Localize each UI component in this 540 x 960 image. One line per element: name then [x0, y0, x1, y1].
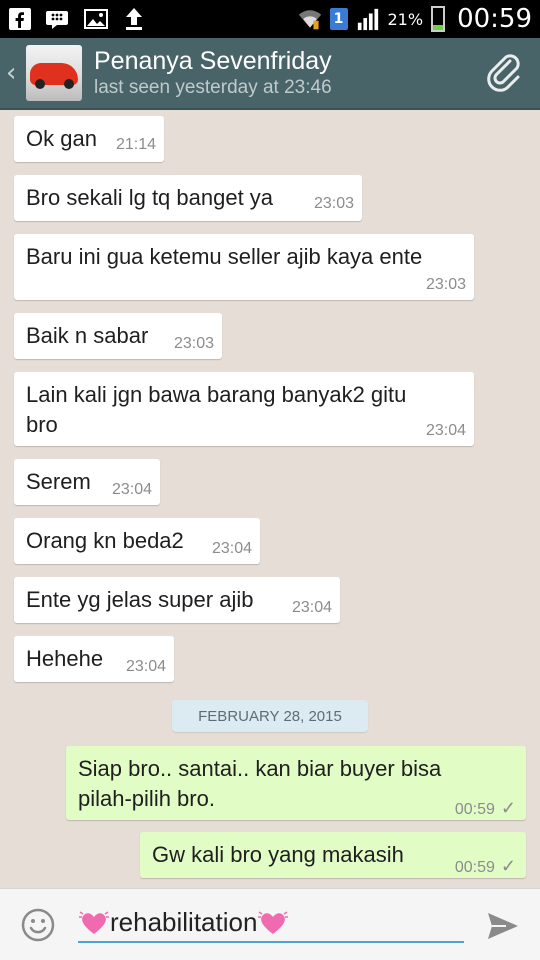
message-text: Lain kali jgn bawa barang banyak2 gitu b…	[26, 382, 407, 437]
composer-bar: rehabilitation	[0, 888, 540, 960]
notification-badge: 1	[329, 8, 348, 30]
message-input[interactable]: rehabilitation	[78, 903, 464, 943]
message-time: 23:04	[425, 422, 466, 439]
upload-icon	[122, 7, 146, 31]
pink-heart-emoji	[78, 908, 110, 936]
message-bubble[interactable]: Baik n sabar 23:03	[14, 313, 222, 359]
battery-percent: 21%	[387, 9, 424, 29]
message-bubble[interactable]: Hehehe 23:04	[14, 636, 174, 682]
message-time: 23:03	[173, 335, 214, 352]
send-icon[interactable]	[486, 909, 520, 943]
message-bubble[interactable]: Baru ini gua ketemu seller ajib kaya ent…	[14, 234, 474, 300]
contact-info[interactable]: Penanya Sevenfriday last seen yesterday …	[94, 46, 332, 100]
notification-icons	[8, 7, 146, 31]
wifi-icon	[298, 7, 322, 31]
clock: 00:59	[457, 4, 532, 34]
message-bubble[interactable]: Bro sekali lg tq banget ya 23:03	[14, 175, 362, 221]
facebook-icon	[8, 7, 32, 31]
message-bubble[interactable]: Lain kali jgn bawa barang banyak2 gitu b…	[14, 372, 474, 446]
message-text: Gw kali bro yang makasih	[152, 842, 404, 867]
message-bubble[interactable]: Ok gan 21:14	[14, 116, 164, 162]
message-bubble-outgoing[interactable]: Siap bro.. santai.. kan biar buyer bisa …	[66, 746, 526, 820]
message-bubble[interactable]: Ente yg jelas super ajib 23:04	[14, 577, 340, 623]
smiley-icon[interactable]	[20, 907, 56, 943]
sent-check-icon: ✓	[500, 856, 516, 876]
message-time: 21:14	[115, 136, 156, 153]
message-time: 00:59	[454, 859, 495, 876]
battery-icon	[431, 6, 446, 32]
pink-heart-emoji	[257, 908, 289, 936]
message-text: Serem	[26, 469, 91, 494]
message-bubble[interactable]: Serem 23:04	[14, 459, 160, 505]
last-seen-status: last seen yesterday at 23:46	[94, 77, 332, 98]
message-time: 23:04	[111, 481, 152, 498]
message-text: Bro sekali lg tq banget ya	[26, 185, 274, 210]
status-bar: 1 21% 00:59	[0, 0, 540, 38]
message-time: 23:03	[425, 276, 466, 293]
message-text: Ente yg jelas super ajib	[26, 587, 254, 612]
message-text: Baru ini gua ketemu seller ajib kaya ent…	[26, 244, 423, 269]
message-input-text: rehabilitation	[110, 906, 258, 937]
message-bubble[interactable]: Orang kn beda2 23:04	[14, 518, 260, 564]
contact-name: Penanya Sevenfriday	[94, 47, 332, 75]
signal-icon	[356, 7, 380, 31]
blackberry-messenger-icon	[46, 7, 70, 31]
message-text: Orang kn beda2	[26, 528, 184, 553]
message-time: 23:04	[291, 599, 332, 616]
message-time: 23:04	[211, 540, 252, 557]
paperclip-icon[interactable]	[482, 51, 526, 95]
gallery-icon	[84, 7, 108, 31]
message-text: Ok gan	[26, 126, 97, 151]
message-time: 00:59	[454, 801, 495, 818]
message-bubble-outgoing[interactable]: Gw kali bro yang makasih 00:59 ✓	[140, 832, 526, 878]
date-separator: FEBRUARY 28, 2015	[172, 700, 368, 732]
chat-area[interactable]: Ok gan 21:14 Bro sekali lg tq banget ya …	[0, 110, 540, 888]
message-text: Siap bro.. santai.. kan biar buyer bisa …	[78, 756, 442, 811]
message-text: Baik n sabar	[26, 323, 149, 348]
sent-check-icon: ✓	[500, 798, 516, 818]
back-icon[interactable]: ‹	[6, 58, 20, 88]
message-time: 23:03	[313, 195, 354, 212]
message-time: 23:04	[125, 658, 166, 675]
message-text: Hehehe	[26, 646, 104, 671]
chat-header: ‹ Penanya Sevenfriday last seen yesterda…	[0, 38, 540, 110]
avatar[interactable]	[26, 45, 82, 101]
